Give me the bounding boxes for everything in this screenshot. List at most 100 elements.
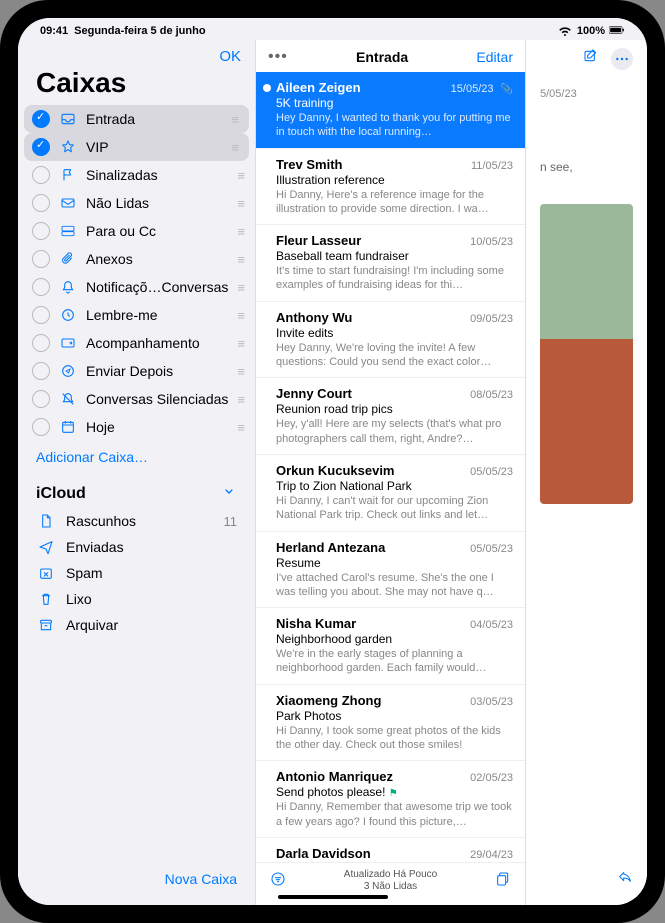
mailbox-label: Acompanhamento [86, 335, 229, 351]
message-subject: Neighborhood garden [276, 632, 513, 646]
message-sender: Antonio Manriquez [276, 769, 393, 784]
checkbox-icon[interactable] [32, 418, 50, 436]
checkbox-icon[interactable] [32, 362, 50, 380]
mailbox-row[interactable]: Notificaçõ…Conversas≡ [18, 273, 255, 301]
message-row[interactable]: Fleur Lasseur10/05/23Baseball team fundr… [256, 225, 525, 302]
mailbox-row[interactable]: Enviar Depois≡ [18, 357, 255, 385]
checkbox-icon[interactable] [32, 278, 50, 296]
message-row[interactable]: Aileen Zeigen15/05/23 📎5K trainingHey Da… [256, 72, 525, 149]
message-sender: Herland Antezana [276, 540, 385, 555]
message-sender: Aileen Zeigen [276, 80, 361, 95]
status-bar: 09:41 Segunda-feira 5 de junho 100% [18, 18, 647, 40]
paperplane-icon [36, 539, 56, 555]
checkbox-icon[interactable] [32, 166, 50, 184]
message-row[interactable]: Jenny Court08/05/23Reunion road trip pic… [256, 378, 525, 455]
message-row[interactable]: Antonio Manriquez02/05/23Send photos ple… [256, 761, 525, 838]
more-icon[interactable] [611, 48, 633, 70]
checkbox-icon[interactable] [32, 334, 50, 352]
mailbox-row[interactable]: Acompanhamento ≡ [18, 329, 255, 357]
reorder-handle-icon[interactable]: ≡ [237, 280, 245, 295]
mailbox-row[interactable]: Sinalizadas ≡ [18, 161, 255, 189]
reorder-handle-icon[interactable]: ≡ [237, 364, 245, 379]
folder-count: 11 [224, 514, 238, 529]
message-preview: Hi Danny, I can't wait for our upcoming … [276, 494, 513, 523]
reorder-handle-icon[interactable]: ≡ [231, 112, 239, 127]
message-date: 05/05/23 [470, 543, 513, 555]
ok-button[interactable]: OK [219, 48, 241, 65]
checkbox-icon[interactable] [32, 194, 50, 212]
checkbox-icon[interactable] [32, 390, 50, 408]
message-date: 11/05/23 [471, 160, 513, 172]
message-preview: Hi Danny, Remember that awesome trip we … [276, 800, 513, 829]
message-date: 09/05/23 [470, 313, 513, 325]
copy-icon[interactable] [495, 871, 511, 892]
account-folder-row[interactable]: Lixo [18, 586, 255, 612]
bell-icon [58, 279, 78, 295]
checkbox-icon[interactable] [32, 222, 50, 240]
message-date: 04/05/23 [470, 619, 513, 631]
mailbox-row[interactable]: Conversas Silenciadas≡ [18, 385, 255, 413]
reorder-handle-icon[interactable]: ≡ [237, 224, 245, 239]
reorder-handle-icon[interactable]: ≡ [237, 308, 245, 323]
mailbox-row[interactable]: Lembre-me≡ [18, 301, 255, 329]
message-row[interactable]: Herland Antezana05/05/23ResumeI've attac… [256, 532, 525, 609]
reader-snippet: n see, [540, 160, 633, 174]
message-date: 10/05/23 [470, 236, 513, 248]
send-later-icon [58, 363, 78, 379]
checkbox-icon[interactable] [32, 250, 50, 268]
new-mailbox-button[interactable]: Nova Caixa [165, 871, 237, 887]
add-mailbox-button[interactable]: Adicionar Caixa… [18, 441, 255, 473]
reorder-handle-icon[interactable]: ≡ [237, 420, 245, 435]
mailbox-row[interactable]: VIP≡ [24, 133, 249, 161]
message-row[interactable]: Orkun Kucuksevim05/05/23Trip to Zion Nat… [256, 455, 525, 532]
archive-icon [36, 617, 56, 633]
message-sender: Xiaomeng Zhong [276, 693, 381, 708]
message-row[interactable]: Trev Smith11/05/23Illustration reference… [256, 149, 525, 226]
mailbox-row[interactable]: Não Lidas≡ [18, 189, 255, 217]
message-row[interactable]: Nisha Kumar04/05/23Neighborhood gardenWe… [256, 608, 525, 685]
message-preview: Hey, y'all! Here are my selects (that's … [276, 417, 513, 446]
home-indicator[interactable] [278, 895, 388, 899]
account-section-header[interactable]: iCloud [18, 473, 255, 508]
reorder-handle-icon[interactable]: ≡ [237, 196, 245, 211]
reorder-handle-icon[interactable]: ≡ [237, 336, 245, 351]
mailbox-label: Sinalizadas [86, 167, 229, 183]
account-folder-row[interactable]: Spam [18, 560, 255, 586]
mailbox-row[interactable]: Para ou Cc ≡ [18, 217, 255, 245]
edit-button[interactable]: Editar [476, 49, 513, 65]
trash-icon [36, 591, 56, 607]
mailbox-row[interactable]: Hoje ≡ [18, 413, 255, 441]
mailbox-label: Para ou Cc [86, 223, 229, 239]
mailbox-label: Anexos [86, 251, 229, 267]
mailboxes-sidebar: OK Caixas Entrada≡VIP≡Sinalizadas≡Não Li… [18, 40, 256, 905]
reorder-handle-icon[interactable]: ≡ [237, 168, 245, 183]
envelope-icon [58, 195, 78, 211]
checkbox-icon[interactable] [32, 306, 50, 324]
reader-attachment-image[interactable] [540, 204, 633, 504]
reorder-handle-icon[interactable]: ≡ [231, 140, 239, 155]
clock-icon [58, 307, 78, 323]
reorder-handle-icon[interactable]: ≡ [237, 392, 245, 407]
account-folder-row[interactable]: Rascunhos11 [18, 508, 255, 534]
mailbox-row[interactable]: Anexos ≡ [18, 245, 255, 273]
message-subject: Send photos please! ⚑ [276, 785, 513, 799]
reorder-handle-icon[interactable]: ≡ [237, 252, 245, 267]
filter-icon[interactable] [270, 871, 286, 892]
message-row[interactable]: Xiaomeng Zhong03/05/23Park PhotosHi Dann… [256, 685, 525, 762]
chevron-down-icon [221, 483, 237, 504]
checkbox-icon[interactable] [32, 138, 50, 156]
message-row[interactable]: Anthony Wu09/05/23Invite editsHey Danny,… [256, 302, 525, 379]
mailbox-row[interactable]: Entrada≡ [24, 105, 249, 133]
compose-icon[interactable] [583, 48, 599, 70]
battery-icon [609, 22, 625, 41]
reply-icon[interactable] [617, 871, 633, 888]
message-subject: Baseball team fundraiser [276, 249, 513, 263]
mailbox-label: Hoje [86, 419, 229, 435]
wifi-icon [557, 22, 573, 41]
checkbox-icon[interactable] [32, 110, 50, 128]
message-date: 03/05/23 [470, 696, 513, 708]
account-folder-row[interactable]: Arquivar [18, 612, 255, 638]
message-list-menu-icon[interactable]: ••• [268, 48, 288, 66]
account-folder-row[interactable]: Enviadas [18, 534, 255, 560]
message-row[interactable]: Darla Davidson29/04/23The best vacation [256, 838, 525, 862]
